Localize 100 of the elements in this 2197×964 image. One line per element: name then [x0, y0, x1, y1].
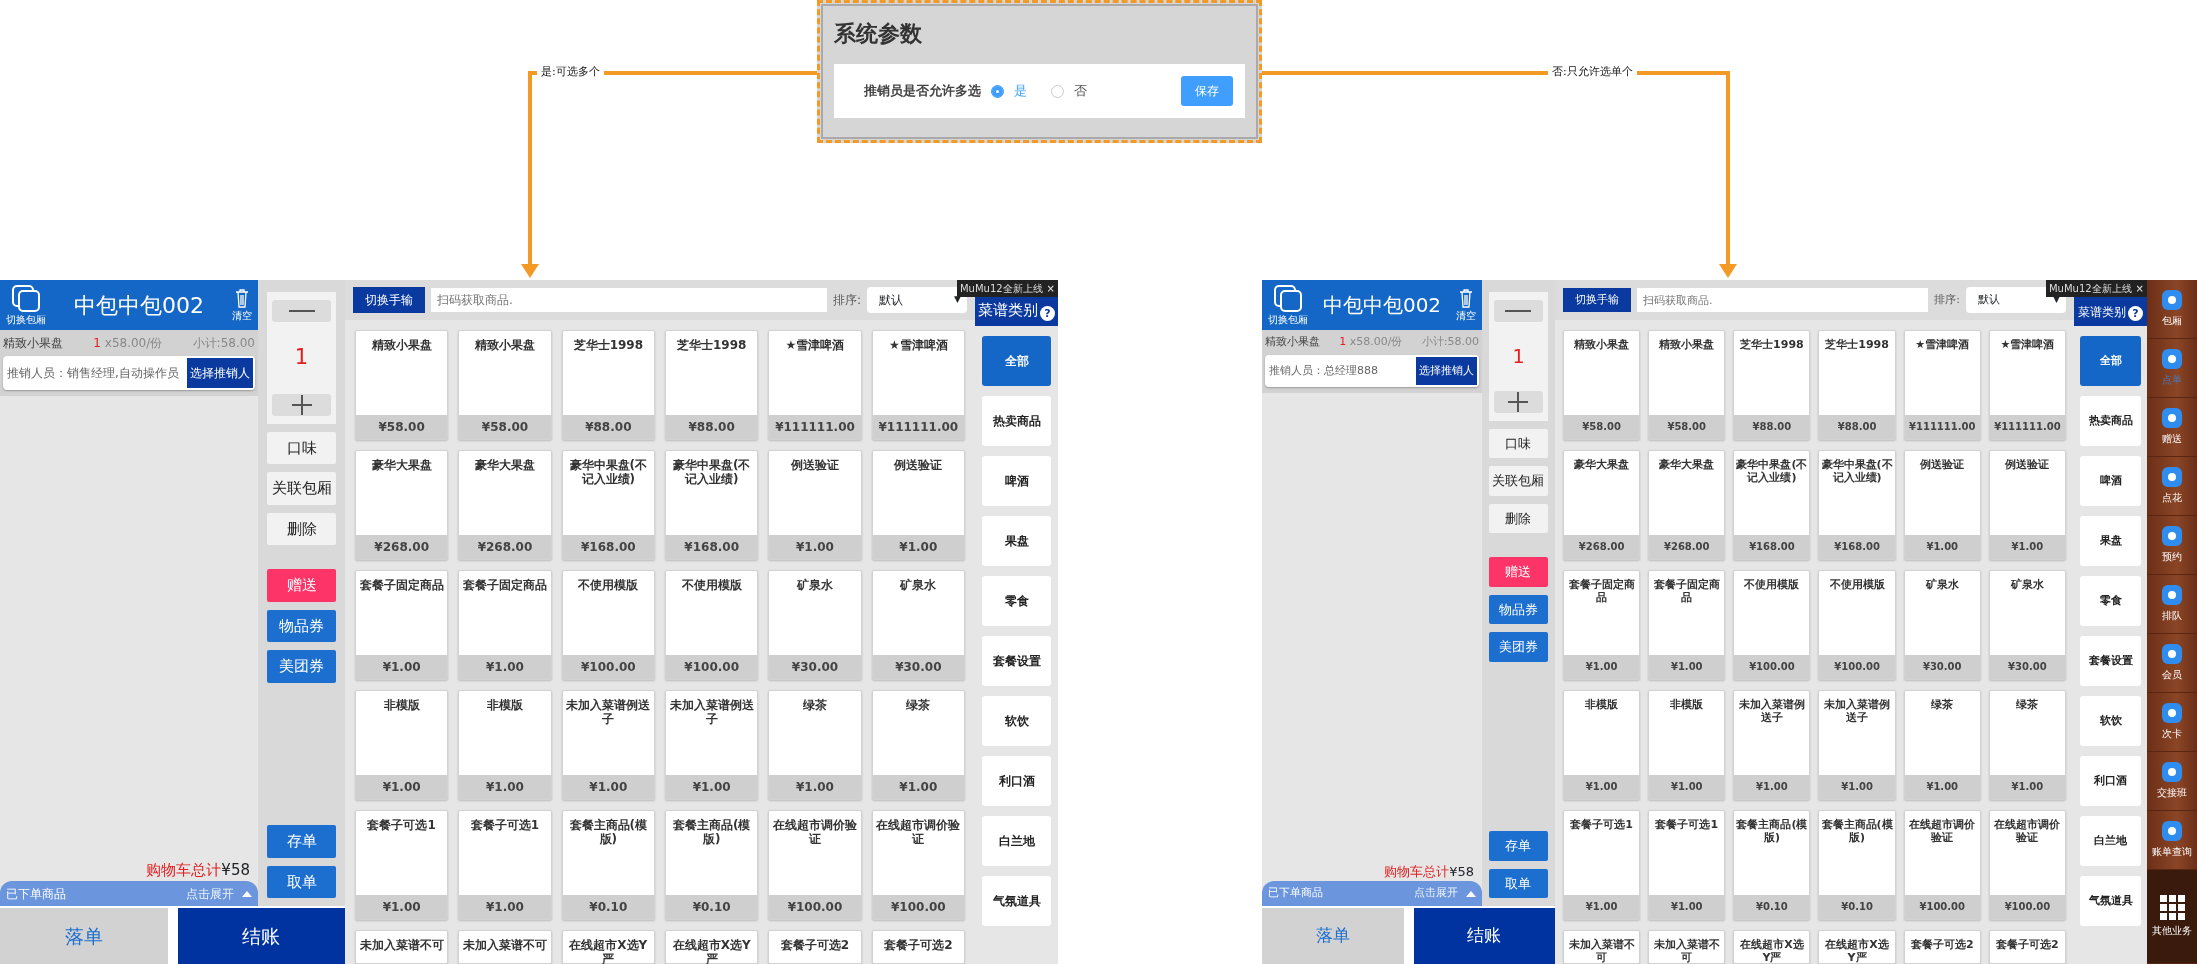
category-tab[interactable]: 软饮: [2079, 696, 2142, 746]
close-button[interactable]: ×: [1046, 283, 1055, 294]
category-tab[interactable]: 白兰地: [2079, 816, 2142, 866]
radio-button[interactable]: [1051, 84, 1064, 98]
product-card[interactable]: 精致小果盘 ¥58.00: [1563, 330, 1641, 440]
product-card[interactable]: 豪华大果盘 ¥268.00: [1648, 450, 1726, 560]
category-tab[interactable]: 啤酒: [2079, 456, 2142, 506]
product-card[interactable]: 未加入菜谱不可: [458, 930, 552, 964]
switch-room-button[interactable]: 切换包厢: [6, 283, 46, 327]
product-card[interactable]: ★雪津啤酒 ¥111111.00: [1988, 330, 2066, 440]
product-card[interactable]: 不使用模版 ¥100.00: [1733, 570, 1811, 680]
product-card[interactable]: 豪华中果盘(不记入业绩) ¥168.00: [1733, 450, 1811, 560]
select-salesperson-button[interactable]: 选择推销人: [187, 358, 253, 388]
product-card[interactable]: 矿泉水 ¥30.00: [768, 570, 862, 680]
category-tab[interactable]: 套餐设置: [981, 636, 1052, 686]
clear-button[interactable]: 清空: [1456, 287, 1476, 323]
checkout-button[interactable]: 结账: [177, 908, 345, 964]
product-card[interactable]: 套餐子可选1 ¥1.00: [458, 810, 552, 920]
product-card[interactable]: 不使用模版 ¥100.00: [561, 570, 655, 680]
minus-button[interactable]: [1494, 300, 1543, 322]
product-card[interactable]: 套餐子可选1 ¥1.00: [1648, 810, 1726, 920]
product-card[interactable]: 豪华大果盘 ¥268.00: [355, 450, 449, 560]
action-button[interactable]: 口味: [266, 431, 337, 464]
product-card[interactable]: 绿茶 ¥1.00: [871, 690, 965, 800]
category-tab[interactable]: 利口酒: [2079, 756, 2142, 806]
product-card[interactable]: 未加入菜谱例送子 ¥1.00: [665, 690, 759, 800]
action-button[interactable]: 美团券: [1489, 632, 1548, 662]
action-button[interactable]: 关联包厢: [1489, 466, 1548, 496]
product-card[interactable]: 套餐子可选2: [768, 930, 862, 964]
search-field[interactable]: 扫码获取商品.: [431, 288, 827, 312]
product-card[interactable]: 未加入菜谱不可: [1563, 930, 1641, 964]
action-button[interactable]: 取单: [266, 865, 337, 898]
product-card[interactable]: 套餐主商品(模版) ¥0.10: [1818, 810, 1896, 920]
category-tab[interactable]: 全部: [2079, 336, 2142, 386]
product-card[interactable]: 套餐主商品(模版) ¥0.10: [1733, 810, 1811, 920]
category-tab[interactable]: 热卖商品: [2079, 396, 2142, 446]
product-card[interactable]: 在线超市调价验证 ¥100.00: [1988, 810, 2066, 920]
product-card[interactable]: 套餐子固定商品 ¥1.00: [1648, 570, 1726, 680]
product-card[interactable]: 豪华中果盘(不记入业绩) ¥168.00: [665, 450, 759, 560]
side-nav-item[interactable]: 交接班: [2147, 752, 2197, 812]
product-card[interactable]: 未加入菜谱不可: [355, 930, 449, 964]
category-tab[interactable]: 零食: [2079, 576, 2142, 626]
product-card[interactable]: 豪华大果盘 ¥268.00: [458, 450, 552, 560]
product-card[interactable]: 精致小果盘 ¥58.00: [458, 330, 552, 440]
product-card[interactable]: 未加入菜谱例送子 ¥1.00: [1733, 690, 1811, 800]
product-card[interactable]: ★雪津啤酒 ¥111111.00: [871, 330, 965, 440]
product-card[interactable]: 非模版 ¥1.00: [355, 690, 449, 800]
action-button[interactable]: 赠送: [1489, 557, 1548, 587]
product-card[interactable]: 未加入菜谱不可: [1648, 930, 1726, 964]
product-card[interactable]: 非模版 ¥1.00: [1563, 690, 1641, 800]
product-card[interactable]: 在线超市调价验证 ¥100.00: [871, 810, 965, 920]
product-card[interactable]: 在线超市X选Y严: [1818, 930, 1896, 964]
action-button[interactable]: 关联包厢: [266, 472, 337, 505]
category-tab[interactable]: 果盘: [981, 516, 1052, 566]
product-card[interactable]: 矿泉水 ¥30.00: [1903, 570, 1981, 680]
plus-button[interactable]: [1494, 390, 1543, 413]
product-card[interactable]: 在线超市调价验证 ¥100.00: [768, 810, 862, 920]
category-tab[interactable]: 气氛道具: [2079, 876, 2142, 926]
clear-button[interactable]: 清空: [232, 287, 252, 323]
product-card[interactable]: 芝华士1998 ¥88.00: [1818, 330, 1896, 440]
action-button[interactable]: 删除: [266, 512, 337, 545]
plus-button[interactable]: [271, 393, 332, 416]
product-card[interactable]: 套餐主商品(模版) ¥0.10: [561, 810, 655, 920]
action-button[interactable]: 删除: [1489, 503, 1548, 533]
category-tab[interactable]: 果盘: [2079, 516, 2142, 566]
category-tab[interactable]: 热卖商品: [981, 396, 1052, 446]
product-card[interactable]: 不使用模版 ¥100.00: [1818, 570, 1896, 680]
product-card[interactable]: 绿茶 ¥1.00: [1903, 690, 1981, 800]
category-tab[interactable]: 零食: [981, 576, 1052, 626]
product-card[interactable]: ★雪津啤酒 ¥111111.00: [768, 330, 862, 440]
cart-item-row[interactable]: 精致小果盘 1 x58.00/份 小计:58.00 推销人员：总经理888 选择推销人: [1262, 330, 1482, 393]
product-card[interactable]: 在线超市调价验证 ¥100.00: [1903, 810, 1981, 920]
product-card[interactable]: 套餐子可选1 ¥1.00: [1563, 810, 1641, 920]
side-nav-item[interactable]: 点花: [2147, 457, 2197, 517]
category-tab[interactable]: 啤酒: [981, 456, 1052, 506]
action-button[interactable]: 物品券: [1489, 594, 1548, 624]
product-card[interactable]: 精致小果盘 ¥58.00: [1648, 330, 1726, 440]
product-card[interactable]: 在线超市X选Y严: [665, 930, 759, 964]
category-tab[interactable]: 软饮: [981, 696, 1052, 746]
side-nav-item[interactable]: 赠送: [2147, 398, 2197, 458]
product-card[interactable]: 套餐子固定商品 ¥1.00: [1563, 570, 1641, 680]
help-icon[interactable]: ?: [2128, 306, 2143, 321]
product-card[interactable]: 套餐子可选2: [871, 930, 965, 964]
product-card[interactable]: 未加入菜谱例送子 ¥1.00: [1818, 690, 1896, 800]
side-nav-item[interactable]: 会员: [2147, 634, 2197, 694]
side-nav-item[interactable]: 包厢: [2147, 280, 2197, 339]
product-card[interactable]: 套餐子可选1 ¥1.00: [355, 810, 449, 920]
action-button[interactable]: 存单: [1489, 831, 1548, 861]
action-button[interactable]: 口味: [1489, 428, 1548, 458]
product-card[interactable]: 非模版 ¥1.00: [458, 690, 552, 800]
cart-item-row[interactable]: 精致小果盘 1 x58.00/份 小计:58.00 推销人员：销售经理,自动操作员 选择推销人: [0, 330, 258, 396]
product-card[interactable]: 芝华士1998 ¥88.00: [561, 330, 655, 440]
side-nav-item[interactable]: 其他业务: [2147, 870, 2197, 964]
switch-room-button[interactable]: 切换包厢: [1268, 283, 1308, 327]
side-nav-item[interactable]: 排队: [2147, 575, 2197, 635]
product-card[interactable]: 不使用模版 ¥100.00: [665, 570, 759, 680]
product-card[interactable]: 例送验证 ¥1.00: [871, 450, 965, 560]
search-field[interactable]: 扫码获取商品.: [1637, 288, 1929, 312]
radio-button[interactable]: [991, 84, 1004, 98]
switch-input-button[interactable]: 切换手输: [353, 287, 425, 313]
